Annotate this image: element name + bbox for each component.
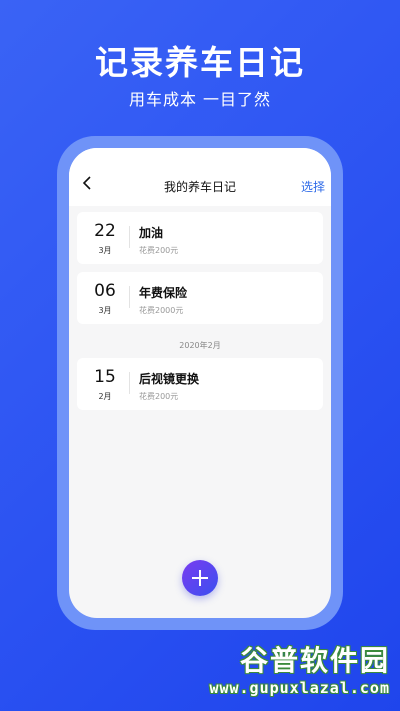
entry-day: 06 [94,281,116,301]
entry-title: 加油 [139,226,164,240]
entry-month: 2月 [98,392,112,401]
entry-cost: 花费2000元 [139,306,184,315]
entry-month: 3月 [98,246,112,255]
entry-month: 3月 [98,306,112,315]
app-screen: 我的养车日记 选择 22 3月 加油 花费200元 06 3月 年费保险 花费2… [69,148,331,618]
entry-title: 年费保险 [139,286,188,300]
watermark-url: www.gupuxlazal.com [209,679,390,697]
divider [129,286,130,308]
hero-title: 记录养车日记 [95,43,305,82]
page-title: 我的养车日记 [163,180,236,194]
plus-icon [192,570,208,586]
divider [129,372,130,394]
section-date-label: 2020年2月 [179,341,221,350]
entry-cost: 花费200元 [139,246,179,255]
entry-cost: 花费200元 [139,392,179,401]
hero-subtitle: 用车成本 一目了然 [128,90,272,109]
entry-day: 22 [94,221,116,241]
list-item[interactable]: 15 2月 后视镜更换 花费200元 [77,358,323,410]
entry-title: 后视镜更换 [139,372,200,386]
list-item[interactable]: 22 3月 加油 花费200元 [77,212,323,264]
list-item[interactable]: 06 3月 年费保险 花费2000元 [77,272,323,324]
navbar: 我的养车日记 选择 [69,148,331,206]
watermark-text: 谷普软件园 [239,644,390,677]
add-entry-button[interactable] [182,560,218,596]
divider [129,226,130,248]
watermark-logo: 谷普软件园 www.gupuxlazal.com [209,639,390,703]
entry-day: 15 [94,367,116,387]
select-button[interactable]: 选择 [301,178,325,195]
